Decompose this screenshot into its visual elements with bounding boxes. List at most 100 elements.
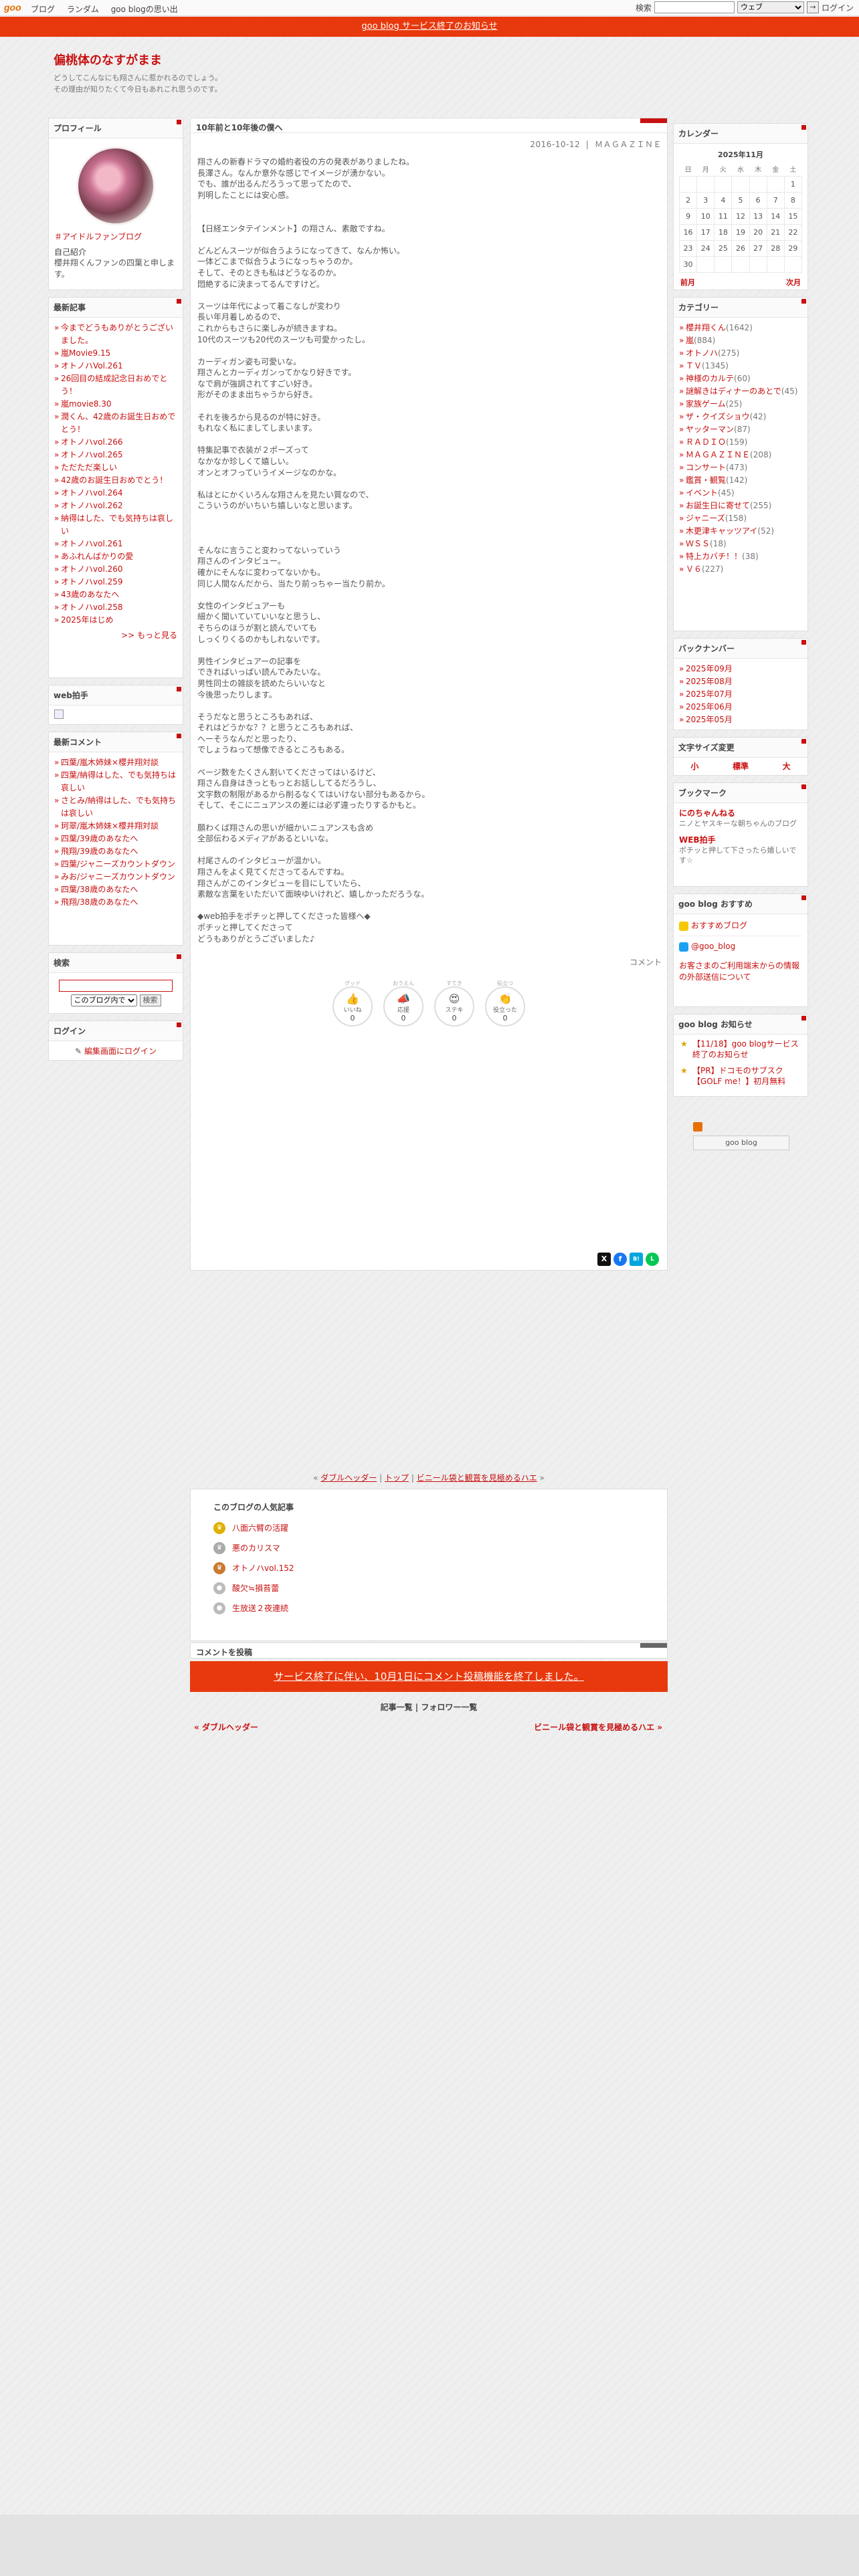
latest-comment-item[interactable]: 四葉/嵐木姉妹×櫻井翔対談 [54, 756, 177, 769]
popular-item[interactable]: ♛ 八面六臂の活躍 [213, 1518, 644, 1538]
nav-prev-link[interactable]: ダブルヘッダー [320, 1473, 377, 1483]
latest-comment-item[interactable]: 四葉/ジャニーズカウントダウン [54, 858, 177, 871]
recent-post-item[interactable]: 納得はした、でも気持ちは哀しい [54, 512, 177, 538]
category-item[interactable]: 嵐(884) [679, 334, 802, 347]
fontsize-small-button[interactable]: 小 [690, 760, 698, 772]
article-comment-link[interactable]: コメント [191, 944, 667, 968]
category-item[interactable]: 謎解きはディナーのあとで(45) [679, 385, 802, 398]
recent-post-item[interactable]: オトノハvol.265 [54, 449, 177, 461]
reaction-button[interactable]: すてき 😍 ステキ 0 [434, 980, 474, 1027]
popular-item[interactable]: ♛ 悪のカリスマ [213, 1538, 644, 1558]
latest-comment-item[interactable]: 四葉/39歳のあなたへ [54, 833, 177, 845]
recommend-blog-link[interactable]: おすすめブログ [679, 918, 802, 933]
recommend-twitter-link[interactable]: @goo_blog [679, 936, 802, 954]
recent-post-item[interactable]: オトノハvol.264 [54, 487, 177, 500]
blog-search-scope[interactable]: このブログ内で [70, 994, 137, 1006]
top-search-scope[interactable]: ウェブ [737, 1, 804, 13]
latest-comment-item[interactable]: 飛翔/38歳のあなたへ [54, 896, 177, 909]
top-search-input[interactable] [654, 1, 735, 13]
category-item[interactable]: 特上カバチ！！(38) [679, 550, 802, 563]
calendar-prev-link[interactable]: 前月 [680, 277, 695, 288]
footer-links[interactable]: 記事一覧 | フォロワー一覧 [190, 1701, 668, 1713]
category-item[interactable]: 鑑賞・観覧(142) [679, 474, 802, 487]
article-title[interactable]: 10年前と10年後の僕へ [196, 122, 282, 133]
recent-post-item[interactable]: オトノハvol.266 [54, 436, 177, 449]
blog-search-button[interactable]: 検索 [139, 994, 161, 1006]
category-item[interactable]: 木更津キャッツアイ(52) [679, 525, 802, 538]
category-item[interactable]: 神様のカルテ(60) [679, 372, 802, 385]
reaction-button[interactable]: グッド 👍 いいね 0 [332, 980, 373, 1027]
latest-comment-item[interactable]: 四葉/38歳のあなたへ [54, 883, 177, 896]
category-item[interactable]: イベント(45) [679, 487, 802, 500]
share-x-icon[interactable]: X [597, 1253, 611, 1266]
nav-top-link[interactable]: トップ [385, 1473, 409, 1483]
category-item[interactable]: ＭＡＧＡＺＩＮＥ(208) [679, 449, 802, 461]
share-hatena-icon[interactable]: B! [630, 1253, 643, 1266]
footer-prev-link[interactable]: « ダブルヘッダー [194, 1723, 258, 1732]
top-link-memories[interactable]: goo blogの思い出 [111, 5, 178, 14]
recent-post-item[interactable]: オトノハvol.258 [54, 601, 177, 614]
recent-post-item[interactable]: オトノハvol.260 [54, 563, 177, 576]
clap-image-icon[interactable] [54, 710, 64, 719]
top-login-link[interactable]: ログイン [822, 2, 854, 13]
news-item[interactable]: 【11/18】goo blogサービス終了のお知らせ [679, 1039, 802, 1060]
recent-post-item[interactable]: 潤くん、42歳のお誕生日おめでとう！ [54, 411, 177, 436]
recent-post-item[interactable]: オトノハVol.261 [54, 360, 177, 372]
category-item[interactable]: お誕生日に寄せて(255) [679, 500, 802, 512]
bookmark-link[interactable]: WEB拍手 [679, 834, 802, 845]
recent-post-item[interactable]: オトノハvol.262 [54, 500, 177, 512]
profile-category-link[interactable]: ＃アイドルファンブログ [54, 231, 177, 242]
category-item[interactable]: ジャニーズ(158) [679, 512, 802, 525]
recent-post-item[interactable]: オトノハvol.259 [54, 576, 177, 588]
service-notice-link[interactable]: goo blog サービス終了のお知らせ [361, 21, 497, 31]
top-link-random[interactable]: ランダム [67, 5, 99, 14]
recent-post-item[interactable]: ただただ楽しい [54, 461, 177, 474]
news-item[interactable]: 【PR】ドコモのサブスク【GOLF me！】初月無料 [679, 1065, 802, 1087]
recommend-note-link[interactable]: お客さまのご利用端末からの情報の外部送信について [679, 960, 802, 983]
recent-post-item[interactable]: オトノハvol.261 [54, 538, 177, 550]
backnumber-item[interactable]: 2025年06月 [679, 701, 802, 714]
recent-post-item[interactable]: 42歳のお誕生日おめでとう！ [54, 474, 177, 487]
recent-post-item[interactable]: 今までどうもありがとうございました。 [54, 322, 177, 347]
article-category[interactable]: ＭＡＧＡＺＩＮＥ [595, 140, 662, 149]
goo-logo[interactable]: goo [4, 2, 21, 13]
reaction-button[interactable]: おうえん 📣 応援 0 [383, 980, 423, 1027]
latest-comment-item[interactable]: 飛翔/39歳のあなたへ [54, 845, 177, 858]
backnumber-item[interactable]: 2025年05月 [679, 714, 802, 726]
latest-comment-item[interactable]: 四葉/納得はした、でも気持ちは哀しい [54, 769, 177, 794]
popular-item[interactable]: ● 生放送２夜連続 [213, 1598, 644, 1618]
category-item[interactable]: オトノハ(275) [679, 347, 802, 360]
category-item[interactable]: ＲＡＤＩＯ(159) [679, 436, 802, 449]
fontsize-large-button[interactable]: 大 [783, 760, 791, 772]
recent-post-item[interactable]: 26回目の結成記念日おめでとう！ [54, 372, 177, 398]
backnumber-item[interactable]: 2025年07月 [679, 688, 802, 701]
bookmark-link[interactable]: にのちゃんねる [679, 807, 802, 819]
category-item[interactable]: ＷＳＳ(18) [679, 538, 802, 550]
category-item[interactable]: コンサート(473) [679, 461, 802, 474]
top-link-blog[interactable]: ブログ [31, 5, 55, 14]
category-item[interactable]: ザ・クイズショウ(42) [679, 411, 802, 423]
share-line-icon[interactable]: L [646, 1253, 659, 1266]
blog-search-input[interactable] [59, 980, 173, 992]
popular-item[interactable]: ● 酸欠≒損苔蕾 [213, 1578, 644, 1598]
fontsize-medium-button[interactable]: 標準 [733, 760, 749, 772]
category-item[interactable]: 家族ゲーム(25) [679, 398, 802, 411]
latest-comment-item[interactable]: 珂翠/嵐木姉妹×櫻井翔対談 [54, 820, 177, 833]
backnumber-item[interactable]: 2025年09月 [679, 663, 802, 675]
recent-post-item[interactable]: あふれんばかりの愛 [54, 550, 177, 563]
backnumber-item[interactable]: 2025年08月 [679, 675, 802, 688]
footer-next-link[interactable]: ビニール袋と観賞を見極めるハエ » [534, 1721, 662, 1733]
calendar-next-link[interactable]: 次月 [786, 277, 801, 288]
category-item[interactable]: ＴＶ(1345) [679, 360, 802, 372]
recent-post-item[interactable]: 43歳のあなたへ [54, 588, 177, 601]
recent-post-item[interactable]: 嵐Movie9.15 [54, 347, 177, 360]
latest-comment-item[interactable]: さとみ/納得はした、でも気持ちは哀しい [54, 794, 177, 820]
category-item[interactable]: Ｖ６(227) [679, 563, 802, 576]
latest-comment-item[interactable]: みお/ジャニーズカウントダウン [54, 871, 177, 883]
rss-icon[interactable] [693, 1122, 702, 1132]
recent-post-item[interactable]: 嵐movie8.30 [54, 398, 177, 411]
edit-login-link[interactable]: 編集画面にログイン [84, 1047, 157, 1056]
reaction-button[interactable]: 役立つ 👏 役立った 0 [485, 980, 525, 1027]
category-item[interactable]: 櫻井翔くん(1642) [679, 322, 802, 334]
popular-item[interactable]: ♛ オトノハvol.152 [213, 1558, 644, 1578]
